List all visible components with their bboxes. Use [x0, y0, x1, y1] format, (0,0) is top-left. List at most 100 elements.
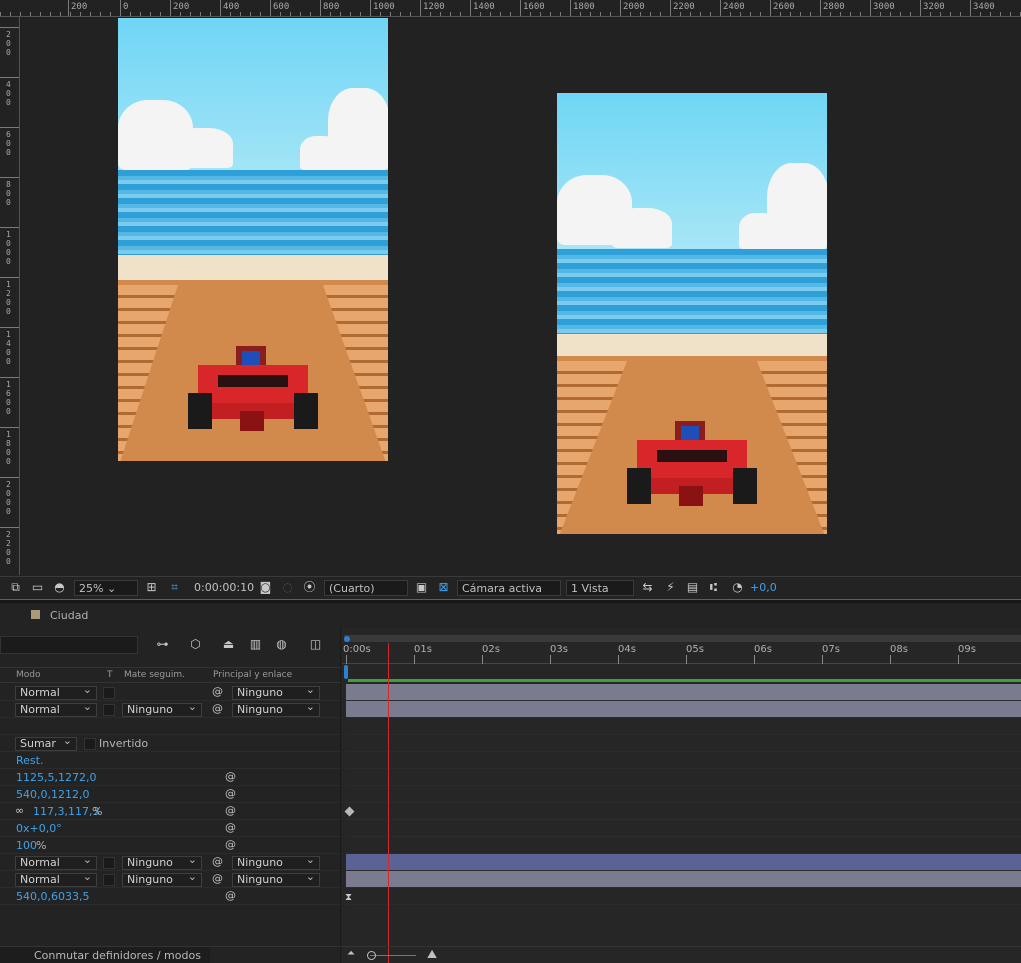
snapshot-icon[interactable]: ◙ [258, 580, 273, 595]
safe-margins-icon[interactable]: ⊞ [144, 580, 159, 595]
layer-row-3[interactable]: Normal Ninguno @ Ninguno [0, 854, 341, 871]
scale-value[interactable]: 117,3,117,3 [33, 805, 99, 818]
track-matte-select[interactable]: Ninguno [122, 701, 202, 717]
time-ruler[interactable]: 0:00s 01s 02s 03s 04s 05s 06s 07s 08s 09s [342, 643, 1021, 664]
time-tick [414, 655, 415, 664]
mode-select[interactable]: Normal [15, 701, 97, 717]
timeline-tab[interactable]: Ciudad [0, 603, 1021, 628]
layer-row-4[interactable]: Normal Ninguno @ Ninguno [0, 871, 341, 888]
motion-blur-icon[interactable]: ▥ [248, 637, 263, 652]
playhead-line[interactable] [388, 643, 389, 963]
fast-previews-icon[interactable]: ⊠ [436, 580, 451, 595]
region-of-interest-icon[interactable]: ▣ [414, 580, 429, 595]
transparency-grid-icon[interactable]: ⌗ [167, 580, 182, 595]
empty-row [0, 718, 341, 735]
mode-select[interactable]: Normal [15, 871, 97, 887]
channels-icon[interactable]: ⦿ [302, 580, 317, 595]
work-area-bar[interactable] [348, 679, 1021, 682]
3d-draft-icon[interactable]: ⬡ [188, 637, 203, 652]
composition-viewer[interactable]: 200 0 200 400 600 800 1000 1200 1400 1600 1800 2000… [0, 0, 1021, 575]
timeline-tracks[interactable]: 0:00s 01s 02s 03s 04s 05s 06s 07s 08s 09s ⧗ ⏶ ⛰ [342, 628, 1021, 963]
current-time[interactable]: 0:00:00:10 [194, 580, 254, 596]
zoom-out-icon[interactable]: ⏶ [347, 948, 355, 959]
layer-bar-1[interactable] [346, 684, 1021, 701]
time-tick [550, 655, 551, 664]
monitor-icon[interactable]: ▭ [30, 580, 45, 595]
mask-inverted-checkbox[interactable] [84, 738, 96, 750]
mask-mode-select[interactable]: Sumar [15, 735, 77, 751]
comp-canvas[interactable] [21, 18, 1021, 575]
graph-editor-icon[interactable]: ◍ [274, 637, 289, 652]
camera-select[interactable]: Cámara activa [457, 580, 561, 596]
views-select[interactable]: 1 Vista [566, 580, 634, 596]
toggle-pixel-aspect-icon[interactable]: ⇆ [640, 580, 655, 595]
work-area-start[interactable] [344, 665, 348, 679]
always-preview-icon[interactable]: ⧉ [8, 580, 23, 595]
ruler-label: 2000 [6, 480, 11, 516]
expression-pickwhip-icon[interactable]: @ [225, 821, 236, 834]
track-row [346, 769, 1021, 786]
pickwhip-icon[interactable]: @ [212, 855, 223, 868]
flowchart-icon[interactable]: ⑆ [706, 580, 721, 595]
pickwhip-icon[interactable]: @ [212, 702, 223, 715]
layer-row-1[interactable]: Normal @ Ninguno [0, 684, 341, 701]
anchor-point-value[interactable]: 1125,5,1272,0 [16, 771, 96, 784]
rotation-value[interactable]: 0x+0,0° [16, 822, 62, 835]
opacity-value[interactable]: 100 [16, 839, 37, 852]
navigator-start-handle[interactable] [344, 636, 350, 642]
frame-blend-icon[interactable]: ⏏ [221, 637, 236, 652]
zoom-slider-handle[interactable] [367, 951, 376, 960]
parent-select[interactable]: Ninguno [232, 871, 320, 887]
mask-row[interactable]: Sumar Invertido [0, 735, 341, 752]
exposure-value[interactable]: +0,0 [750, 580, 777, 596]
fast-preview-icon[interactable]: ⚡ [663, 580, 678, 595]
preserve-transparency-toggle[interactable] [103, 687, 115, 699]
hold-keyframe-icon[interactable]: ⧗ [345, 892, 352, 903]
expression-pickwhip-icon[interactable]: @ [225, 838, 236, 851]
pickwhip-icon[interactable]: @ [212, 872, 223, 885]
time-label: 0:00s [343, 644, 371, 655]
mask-visibility-icon[interactable]: ◓ [52, 580, 67, 595]
zoom-select[interactable]: 25% ⌄ [74, 580, 138, 596]
comp-frame-left [118, 18, 388, 461]
mode-select[interactable]: Normal [15, 854, 97, 870]
parent-select[interactable]: Ninguno [232, 684, 320, 700]
layer-bar-3-selected[interactable] [346, 854, 1021, 871]
expression-pickwhip-icon[interactable]: @ [225, 804, 236, 817]
timeline-icon[interactable]: ▤ [685, 580, 700, 595]
ruler-tick [0, 427, 19, 428]
layer-bar-2[interactable] [346, 701, 1021, 718]
preserve-transparency-toggle[interactable] [103, 704, 115, 716]
search-field[interactable] [0, 636, 138, 654]
zoom-bar: ⏶ ⛰ [342, 946, 1021, 963]
preserve-transparency-toggle[interactable] [103, 857, 115, 869]
zoom-in-icon[interactable]: ⛰ [427, 947, 437, 962]
layer-switch-icon[interactable]: ◫ [308, 637, 323, 652]
toggle-switches-modes-button[interactable]: Conmutar definidores / modos [34, 949, 201, 962]
resolution-select[interactable]: (Cuarto) [324, 580, 408, 596]
shy-icon[interactable]: ⊶ [155, 637, 170, 652]
pickwhip-icon[interactable]: @ [212, 685, 223, 698]
show-snapshot-icon[interactable]: ◌ [280, 580, 295, 595]
position-value[interactable]: 540,0,1212,0 [16, 788, 89, 801]
constrain-proportions-icon[interactable]: ∞ [15, 804, 24, 817]
parent-select[interactable]: Ninguno [232, 854, 320, 870]
track-matte-select[interactable]: Ninguno [122, 871, 202, 887]
parent-select[interactable]: Ninguno [232, 701, 320, 717]
reset-link[interactable]: Rest. [16, 754, 43, 767]
expression-pickwhip-icon[interactable]: @ [225, 770, 236, 783]
comp-name: Ciudad [50, 609, 89, 622]
layer-bar-4[interactable] [346, 871, 1021, 888]
ruler-label: 3200 [923, 2, 945, 12]
anchor-point-row: 1125,5,1272,0 @ [0, 769, 341, 786]
mode-select[interactable]: Normal [15, 684, 97, 700]
reset-exposure-icon[interactable]: ◔ [730, 580, 745, 595]
track-matte-select[interactable]: Ninguno [122, 854, 202, 870]
position-value-bottom[interactable]: 540,0,6033,5 [16, 890, 89, 903]
preserve-transparency-toggle[interactable] [103, 874, 115, 886]
time-navigator[interactable] [344, 635, 1021, 642]
expression-pickwhip-icon[interactable]: @ [225, 787, 236, 800]
expression-pickwhip-icon[interactable]: @ [225, 889, 236, 902]
layer-row-2[interactable]: Normal Ninguno @ Ninguno [0, 701, 341, 718]
zoom-value: 25% [79, 582, 104, 595]
